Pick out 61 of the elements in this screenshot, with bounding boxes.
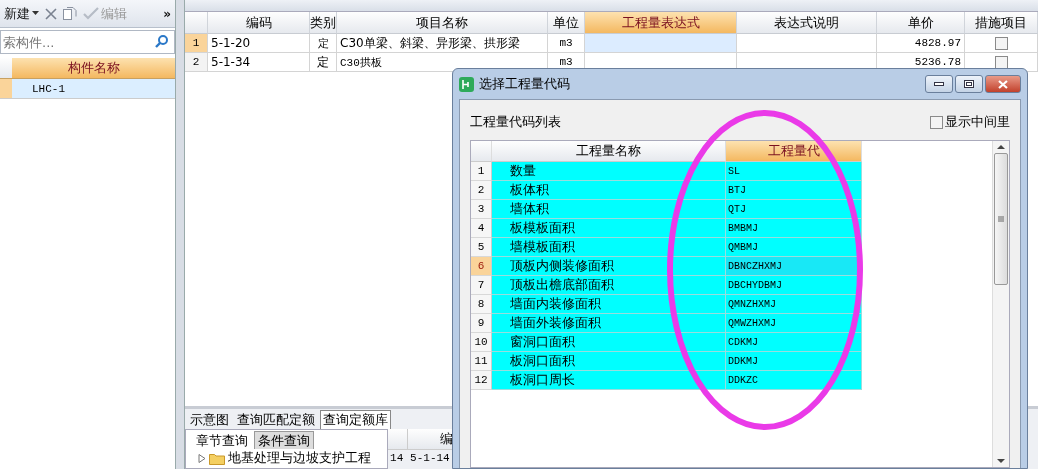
row-number: 5 — [471, 238, 492, 257]
row-number: 1 — [471, 162, 492, 181]
table-cell: 5-1-14 — [410, 452, 450, 464]
table-cell[interactable]: 数量 — [510, 162, 536, 180]
column-header[interactable]: 类别 — [310, 12, 337, 34]
table-cell[interactable]: LHC-1 — [12, 79, 175, 99]
row-number: 12 — [471, 371, 492, 390]
row-number: 8 — [471, 295, 492, 314]
table-cell-text: 定 — [317, 36, 329, 51]
table-cell[interactable]: BMBMJ — [728, 222, 758, 234]
tab[interactable]: 查询匹配定额 — [234, 410, 318, 429]
tree-item[interactable]: 地基处理与边坡支护工程 — [228, 449, 371, 467]
table-cell[interactable]: BTJ — [728, 184, 746, 196]
more-button[interactable]: » — [163, 6, 171, 21]
row-number: 7 — [471, 276, 492, 295]
tab[interactable]: 条件查询 — [254, 431, 314, 449]
row-number: 1 — [185, 34, 208, 53]
table-cell: 定 — [317, 53, 329, 71]
row-number: 11 — [471, 352, 492, 371]
search-field[interactable]: 索构件... — [0, 30, 175, 54]
table-cell[interactable]: 墙体积 — [510, 200, 549, 218]
column-header[interactable]: 单位 — [548, 12, 585, 34]
table-cell: C30单梁、斜梁、异形梁、拱形梁 — [340, 34, 520, 52]
window-title: 选择工程量代码 — [479, 75, 570, 93]
table-cell: 5-1-34 — [211, 55, 251, 69]
tab[interactable]: 查询定额库 — [320, 410, 391, 429]
table-cell: 4828.97 — [914, 37, 961, 49]
table-cell[interactable]: SL — [728, 165, 740, 177]
row-number: 9 — [471, 314, 492, 333]
column-header[interactable]: 表达式说明 — [737, 12, 877, 34]
table-cell[interactable]: DDKZC — [728, 374, 758, 386]
row-number: 3 — [471, 200, 492, 219]
column-header[interactable]: 措施项目 — [965, 12, 1038, 34]
row-number: 10 — [471, 333, 492, 352]
column-header[interactable]: 项目名称 — [337, 12, 548, 34]
column-header: 编 — [439, 430, 453, 448]
table-cell: 5-1-20 — [211, 36, 251, 50]
table-cell: m3 — [559, 37, 573, 49]
table-cell[interactable]: QTJ — [728, 203, 746, 215]
checkbox-label[interactable]: 显示中间里 — [945, 113, 1010, 131]
table-cell-text: C30拱板 — [340, 55, 382, 70]
table-cell[interactable]: QMBMJ — [728, 241, 758, 253]
table-cell[interactable]: 板体积 — [510, 181, 549, 199]
column-header[interactable]: 工程量名称 — [492, 141, 726, 162]
new-button[interactable]: 新建 — [4, 4, 39, 23]
table-cell: 5236.78 — [914, 56, 961, 68]
row-number: 4 — [471, 219, 492, 238]
column-header[interactable]: 构件名称 — [12, 58, 175, 79]
column-header[interactable]: 单价 — [877, 12, 965, 34]
column-header[interactable]: 工程量代 — [726, 141, 862, 162]
column-header[interactable]: 工程量表达式 — [585, 12, 737, 34]
list-label: 工程量代码列表 — [470, 113, 561, 131]
table-cell[interactable]: DDKMJ — [728, 355, 758, 367]
row-number: 6 — [471, 257, 492, 276]
row-number: 2 — [185, 53, 208, 72]
table-cell: m3 — [559, 56, 573, 68]
column-header[interactable]: 编码 — [208, 12, 310, 34]
row-number: 2 — [471, 181, 492, 200]
table-cell[interactable]: CDKMJ — [728, 336, 758, 348]
tab[interactable]: 示意图 — [187, 410, 232, 429]
row-number: 14 — [390, 452, 404, 464]
